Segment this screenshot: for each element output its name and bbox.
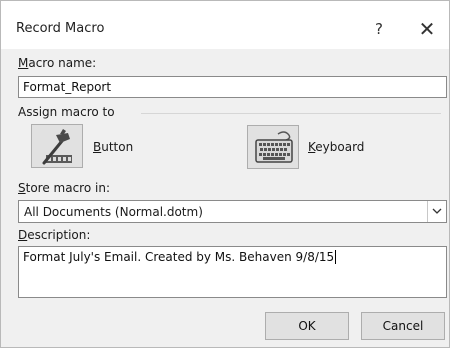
- close-button[interactable]: ✕: [413, 15, 441, 43]
- chevron-down-icon: [432, 208, 442, 214]
- title-bar: Record Macro ? ✕: [1, 1, 449, 49]
- store-macro-label: Store macro in:: [18, 181, 110, 195]
- store-macro-select[interactable]: All Documents (Normal.dotm): [18, 200, 447, 223]
- store-macro-value: All Documents (Normal.dotm): [24, 205, 203, 219]
- group-divider: [141, 113, 441, 114]
- description-access-key: D: [18, 228, 28, 242]
- ok-button[interactable]: OK: [265, 312, 349, 340]
- description-label-text: escription:: [27, 228, 91, 242]
- macro-name-access-key: M: [18, 56, 29, 70]
- hammer-toolbar-icon: [42, 129, 72, 165]
- macro-name-label-text: acro name:: [28, 56, 97, 70]
- assign-button-icon-button[interactable]: [31, 124, 83, 168]
- assign-keyboard-label-text: eyboard: [315, 140, 365, 154]
- help-button[interactable]: ?: [365, 15, 393, 43]
- store-macro-access-key: S: [18, 181, 26, 195]
- assign-macro-heading: Assign macro to: [18, 105, 115, 119]
- assign-button-label[interactable]: Button: [93, 140, 133, 154]
- assign-keyboard-label[interactable]: Keyboard: [308, 140, 364, 154]
- assign-keyboard-icon-button[interactable]: [247, 125, 299, 169]
- description-textarea[interactable]: Format July's Email. Created by Ms. Beha…: [18, 246, 447, 298]
- text-caret: [335, 250, 337, 264]
- assign-button-label-text: utton: [101, 140, 134, 154]
- assign-button-access-key: B: [93, 140, 102, 154]
- keyboard-icon: [255, 131, 293, 163]
- macro-name-label: Macro name:: [18, 56, 96, 70]
- cancel-button[interactable]: Cancel: [361, 312, 445, 340]
- macro-name-input[interactable]: Format_Report: [18, 76, 447, 98]
- store-macro-label-text: tore macro in:: [25, 181, 110, 195]
- description-text: Format July's Email. Created by Ms. Beha…: [23, 250, 335, 264]
- dropdown-arrow-button[interactable]: [427, 201, 446, 222]
- dialog-title: Record Macro: [16, 21, 105, 36]
- description-label: Description:: [18, 228, 90, 242]
- record-macro-dialog: Record Macro ? ✕ Macro name: Format_Repo…: [0, 0, 450, 348]
